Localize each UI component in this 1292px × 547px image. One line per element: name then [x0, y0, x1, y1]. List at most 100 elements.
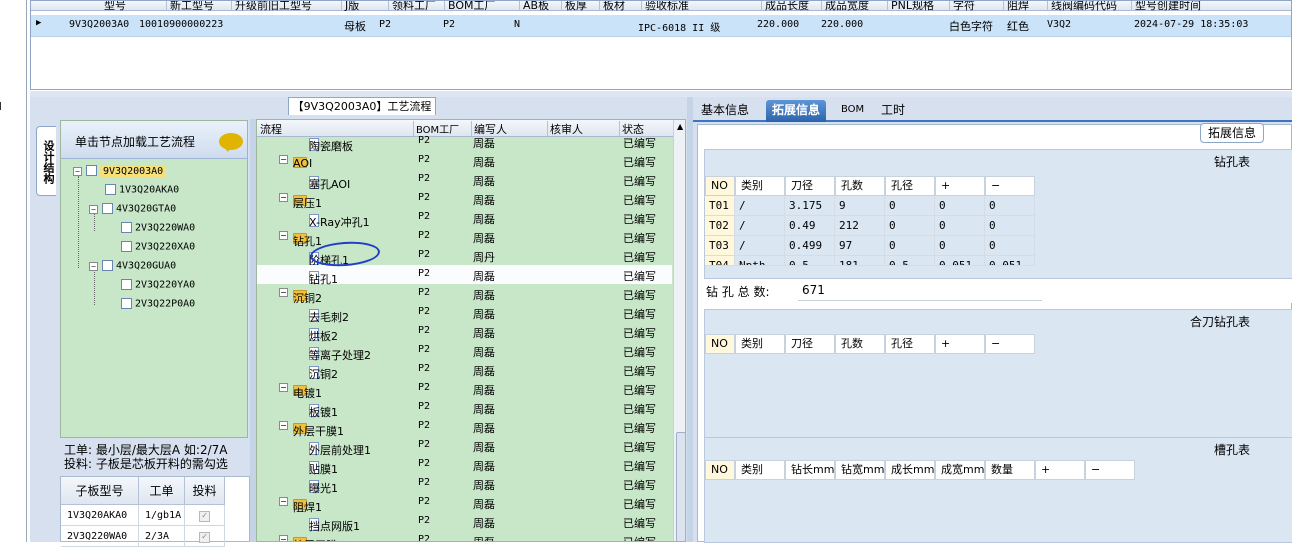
process-row[interactable]: 曝光1 P2 周磊 已编写: [257, 474, 672, 495]
feed-checkbox[interactable]: ✓: [199, 511, 210, 522]
grid-cell[interactable]: 0.499: [785, 236, 835, 256]
grid-cell[interactable]: 0: [935, 236, 985, 256]
grid-cell[interactable]: 0: [935, 216, 985, 236]
grid-header[interactable]: 类别: [735, 334, 785, 354]
col-created[interactable]: 型号创建时间: [1131, 1, 1201, 12]
col-jver[interactable]: J版: [341, 1, 359, 12]
grid-cell[interactable]: /: [735, 236, 785, 256]
col-material[interactable]: 领料工厂: [388, 1, 436, 12]
col-bom[interactable]: BOM工厂: [444, 1, 496, 12]
process-row[interactable]: 沉铜2 P2 周磊 已编写: [257, 360, 672, 381]
tree-node[interactable]: 1V3Q20AKA0: [105, 184, 179, 196]
col-model[interactable]: 型号: [101, 1, 126, 12]
tab-extended-info[interactable]: 拓展信息: [766, 100, 827, 122]
grid-cell[interactable]: 0.49: [785, 216, 835, 236]
grid-cell[interactable]: /: [735, 196, 785, 216]
col-len[interactable]: 成品长度: [761, 1, 809, 12]
process-row[interactable]: 陶瓷磨板 P2 周磊 已编写: [257, 132, 672, 153]
grid-cell[interactable]: 181: [835, 256, 885, 266]
process-row[interactable]: 去毛刺2 P2 周磊 已编写: [257, 303, 672, 324]
node-checkbox[interactable]: [102, 203, 113, 214]
col-sub-model[interactable]: 子板型号: [61, 477, 139, 505]
collapse-icon[interactable]: −: [73, 166, 82, 176]
tab-basic-info[interactable]: 基本信息: [695, 100, 755, 122]
tree-node[interactable]: − 4V3Q20GUA0: [89, 260, 176, 272]
grid-header[interactable]: −: [985, 176, 1035, 196]
grid-cell[interactable]: 3.175: [785, 196, 835, 216]
grid-cell[interactable]: 0: [985, 236, 1035, 256]
process-row[interactable]: 挡点网版1 P2 周磊 已编写: [257, 512, 672, 533]
collapse-icon[interactable]: −: [89, 261, 98, 271]
grid-cell[interactable]: Npth: [735, 256, 785, 266]
structure-tree[interactable]: 单击节点加载工艺流程 − 9V3Q2003A0 1V3Q20AKA0 − 4V3Q2…: [60, 120, 248, 438]
table-row-selected[interactable]: ▶ 9V3Q2003A0 10010900000223 母板 P2 P2 N I…: [31, 15, 1291, 37]
tree-node[interactable]: 2V3Q220XA0: [121, 241, 195, 253]
col-new-model[interactable]: 新工型号: [166, 1, 214, 12]
collapse-icon[interactable]: −: [279, 421, 288, 430]
grid-cell[interactable]: 0.5: [785, 256, 835, 266]
grid-cell[interactable]: 0: [985, 196, 1035, 216]
cell-feed[interactable]: ✓: [185, 505, 225, 526]
comment-bubble-icon[interactable]: [219, 133, 243, 152]
col-old-model[interactable]: 升级前旧工型号: [231, 1, 312, 12]
tab-bom[interactable]: BOM: [835, 100, 870, 122]
process-row[interactable]: − 外层干膜1 P2 周磊 已编写: [257, 417, 672, 438]
process-row[interactable]: 塞孔AOI P2 周磊 已编写: [257, 170, 672, 191]
col-order[interactable]: 工单: [139, 477, 185, 505]
collapse-icon[interactable]: −: [279, 155, 288, 164]
grid-header[interactable]: NO: [705, 334, 735, 354]
col-thick[interactable]: 板厚: [561, 1, 587, 12]
right-splitter[interactable]: [687, 97, 693, 542]
col-char[interactable]: 字符: [949, 1, 975, 12]
grid-cell[interactable]: /: [735, 216, 785, 236]
grid-header[interactable]: 钻长mm: [785, 460, 835, 480]
node-checkbox[interactable]: [86, 165, 97, 176]
grid-header[interactable]: 刀径: [785, 334, 835, 354]
grid-cell[interactable]: 0: [985, 216, 1035, 236]
process-row[interactable]: − 沉铜2 P2 周磊 已编写: [257, 284, 672, 305]
tree-node[interactable]: 2V3Q220YA0: [121, 279, 195, 291]
node-checkbox[interactable]: [102, 260, 113, 271]
sub-board-table[interactable]: 子板型号 工单 投料 1V3Q20AKA0 1/gb1A ✓ 2V3Q220WA…: [60, 476, 250, 547]
cell-feed[interactable]: ✓: [185, 526, 225, 547]
node-checkbox[interactable]: [121, 222, 132, 233]
collapse-icon[interactable]: −: [279, 497, 288, 506]
process-row[interactable]: − 外层干膜2 P2 周磊 已编写: [257, 531, 672, 541]
scroll-thumb[interactable]: [676, 432, 685, 541]
collapse-icon[interactable]: −: [279, 288, 288, 297]
grid-header[interactable]: 刀径: [785, 176, 835, 196]
col-pnl[interactable]: PNL规格: [887, 1, 934, 12]
grid-header[interactable]: 类别: [735, 460, 785, 480]
col-mat[interactable]: 板材: [599, 1, 625, 12]
grid-cell[interactable]: T04: [705, 256, 735, 266]
grid-header[interactable]: 数量: [985, 460, 1035, 480]
tab-work-hours[interactable]: 工时: [875, 100, 911, 122]
process-row[interactable]: − 电镀1 P2 周磊 已编写: [257, 379, 672, 400]
process-scrollbar[interactable]: ▲: [673, 120, 685, 541]
collapse-icon[interactable]: −: [279, 231, 288, 240]
col-ab[interactable]: AB板: [519, 1, 549, 12]
grid-header[interactable]: −: [1085, 460, 1135, 480]
tree-node[interactable]: 2V3Q22P0A0: [121, 298, 195, 310]
collapse-icon[interactable]: −: [89, 204, 98, 214]
grid-cell[interactable]: 0: [885, 236, 935, 256]
grid-cell[interactable]: 212: [835, 216, 885, 236]
col-wid[interactable]: 成品宽度: [821, 1, 869, 12]
model-table[interactable]: 型号 新工型号 升级前旧工型号 J版 领料工厂 BOM工厂 AB板 板厚 板材 …: [30, 0, 1292, 90]
process-row[interactable]: 贴膜1 P2 周磊 已编写: [257, 455, 672, 476]
grid-header[interactable]: −: [985, 334, 1035, 354]
grid-cell[interactable]: 0: [885, 216, 935, 236]
node-checkbox[interactable]: [121, 279, 132, 290]
grid-cell[interactable]: 97: [835, 236, 885, 256]
col-std[interactable]: 验收标准: [641, 1, 689, 12]
grid-header[interactable]: +: [935, 176, 985, 196]
grid-header[interactable]: 孔径: [885, 176, 935, 196]
grid-header[interactable]: 钻宽mm: [835, 460, 885, 480]
process-tree[interactable]: 流程 BOM工厂 编写人 核审人 状态 陶瓷磨板 P2 周磊 已编写 − AOI P2 周磊已…: [256, 119, 686, 542]
cell-order[interactable]: 1/gb1A: [139, 505, 185, 526]
process-row[interactable]: − 层压1 P2 周磊 已编写: [257, 189, 672, 210]
grid-header[interactable]: NO: [705, 460, 735, 480]
grid-cell[interactable]: 0.5: [885, 256, 935, 266]
grid-cell[interactable]: 0.051: [985, 256, 1035, 266]
cell-order[interactable]: 2/3A: [139, 526, 185, 547]
